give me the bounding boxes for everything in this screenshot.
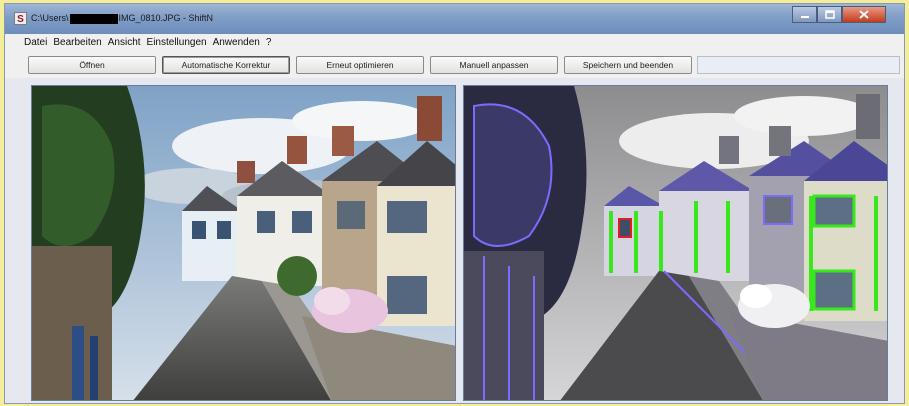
original-street-photo: [32, 86, 455, 400]
title-bar[interactable]: S C:\Users\ IMG_0810.JPG - ShiftN: [5, 4, 904, 34]
close-icon: [859, 10, 869, 19]
menu-ansicht[interactable]: Ansicht: [108, 37, 141, 48]
toolbar: Öffnen Automatische Korrektur Erneut opt…: [5, 51, 904, 78]
auto-correct-button[interactable]: Automatische Korrektur: [162, 56, 290, 74]
menu-bar: Datei Bearbeiten Ansicht Einstellungen A…: [5, 34, 904, 51]
edge-detection-overlay: [464, 86, 887, 400]
close-button[interactable]: [842, 6, 886, 23]
minimize-button[interactable]: [792, 6, 817, 23]
app-window: S C:\Users\ IMG_0810.JPG - ShiftN Datei B…: [4, 3, 905, 404]
maximize-icon: [824, 10, 835, 19]
image-workspace: [5, 78, 904, 403]
app-icon[interactable]: S: [14, 12, 27, 25]
redacted-username: [69, 13, 118, 24]
maximize-button[interactable]: [817, 6, 842, 23]
menu-bearbeiten[interactable]: Bearbeiten: [53, 37, 101, 48]
manual-adjust-button[interactable]: Manuell anpassen: [430, 56, 558, 74]
minimize-icon: [800, 15, 809, 18]
save-and-exit-button[interactable]: Speichern und beenden: [564, 56, 692, 74]
menu-einstellungen[interactable]: Einstellungen: [147, 37, 207, 48]
menu-anwenden[interactable]: Anwenden: [213, 37, 260, 48]
menu-datei[interactable]: Datei: [24, 37, 47, 48]
menu-help[interactable]: ?: [266, 37, 272, 48]
title-file-name: IMG_0810.JPG - ShiftN: [118, 13, 214, 23]
reoptimize-button[interactable]: Erneut optimieren: [296, 56, 424, 74]
original-image-panel[interactable]: [31, 85, 456, 401]
status-field: [697, 56, 900, 74]
open-button[interactable]: Öffnen: [28, 56, 156, 74]
window-controls: [792, 6, 886, 24]
title-path-prefix: C:\Users\: [31, 13, 69, 23]
window-title: C:\Users\ IMG_0810.JPG - ShiftN: [31, 13, 213, 24]
corrected-image-panel[interactable]: [463, 85, 888, 401]
